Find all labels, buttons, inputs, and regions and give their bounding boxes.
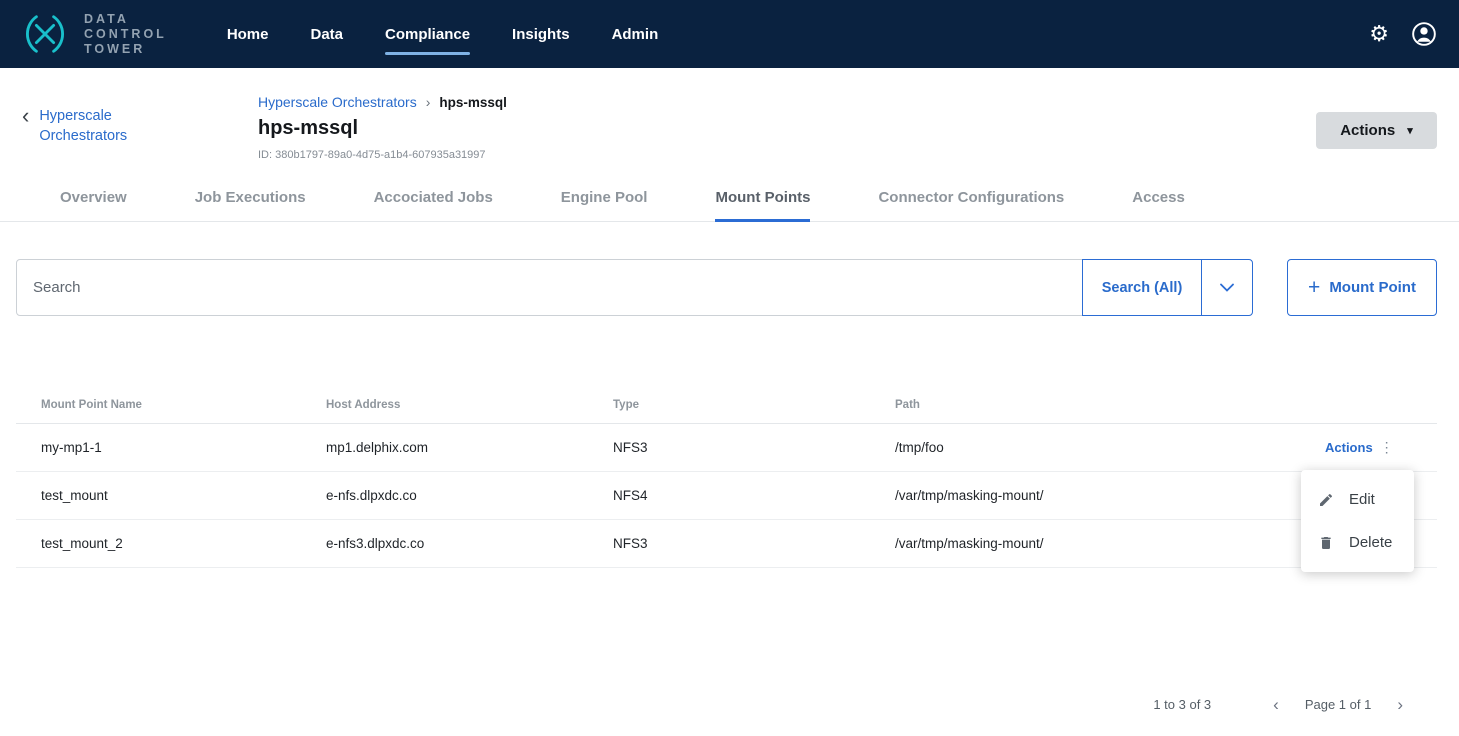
brand-text: DATA CONTROL TOWER: [84, 12, 167, 57]
row-actions-label: Actions: [1325, 440, 1373, 455]
table-row[interactable]: my-mp1-1 mp1.delphix.com NFS3 /tmp/foo A…: [16, 424, 1437, 472]
chevron-down-icon: [1220, 283, 1234, 292]
detail-tabs: Overview Job Executions Accociated Jobs …: [0, 179, 1459, 222]
back-chevron-icon: ‹: [22, 106, 29, 161]
tab-connector-configurations[interactable]: Connector Configurations: [878, 179, 1064, 221]
search-input[interactable]: [16, 259, 1083, 316]
tab-engine-pool[interactable]: Engine Pool: [561, 179, 648, 221]
top-navbar: DATA CONTROL TOWER Home Data Compliance …: [0, 0, 1459, 68]
cell-mount-point-name: test_mount_2: [41, 536, 326, 551]
breadcrumb: Hyperscale Orchestrators › hps-mssql: [258, 94, 1316, 110]
nav-item-admin[interactable]: Admin: [612, 20, 659, 49]
cell-host-address: e-nfs3.dlpxdc.co: [326, 536, 613, 551]
add-mount-point-label: Mount Point: [1329, 279, 1416, 296]
page-header: ‹ Hyperscale Orchestrators Hyperscale Or…: [0, 68, 1459, 161]
cell-type: NFS4: [613, 488, 895, 503]
plus-icon: +: [1308, 277, 1320, 298]
row-actions-button[interactable]: Actions ⋮: [1325, 439, 1437, 456]
add-mount-point-button[interactable]: + Mount Point: [1287, 259, 1437, 316]
navbar-right: ⚙: [1369, 21, 1437, 47]
menu-item-delete-label: Delete: [1349, 534, 1392, 551]
next-page-icon[interactable]: ›: [1393, 696, 1407, 713]
breadcrumb-current: hps-mssql: [439, 95, 507, 110]
table-header-row: Mount Point Name Host Address Type Path: [16, 386, 1437, 424]
cell-host-address: mp1.delphix.com: [326, 440, 613, 455]
user-avatar-icon[interactable]: [1411, 21, 1437, 47]
back-link[interactable]: ‹ Hyperscale Orchestrators: [22, 94, 258, 161]
tab-access[interactable]: Access: [1132, 179, 1185, 221]
pencil-icon: [1318, 492, 1334, 508]
menu-item-delete[interactable]: Delete: [1301, 521, 1414, 564]
prev-page-icon[interactable]: ‹: [1269, 696, 1283, 713]
primary-nav: Home Data Compliance Insights Admin: [227, 20, 658, 49]
cell-type: NFS3: [613, 536, 895, 551]
table-row[interactable]: test_mount e-nfs.dlpxdc.co NFS4 /var/tmp…: [16, 472, 1437, 520]
dct-logo-icon: [22, 11, 68, 57]
header-actions-button[interactable]: Actions ▾: [1316, 112, 1437, 149]
page-title: hps-mssql: [258, 117, 1316, 140]
menu-item-edit-label: Edit: [1349, 491, 1375, 508]
cell-mount-point-name: test_mount: [41, 488, 326, 503]
cell-type: NFS3: [613, 440, 895, 455]
cell-path: /var/tmp/masking-mount/: [895, 488, 1325, 503]
tab-overview[interactable]: Overview: [60, 179, 127, 221]
pagination-bar: 1 to 3 of 3 ‹ Page 1 of 1 ›: [0, 696, 1459, 713]
caret-down-icon: ▾: [1407, 124, 1413, 137]
col-header-path: Path: [895, 399, 1325, 411]
cell-path: /tmp/foo: [895, 440, 1325, 455]
search-all-button[interactable]: Search (All): [1082, 259, 1202, 316]
pagination-page: Page 1 of 1: [1305, 697, 1372, 712]
col-header-host-address: Host Address: [326, 399, 613, 411]
orchestrator-id: ID: 380b1797-89a0-4d75-a1b4-607935a31997: [258, 149, 1316, 161]
col-header-mount-point-name: Mount Point Name: [41, 399, 326, 411]
search-toolbar: Search (All) + Mount Point: [16, 259, 1437, 316]
nav-item-data[interactable]: Data: [311, 20, 344, 49]
search-scope-dropdown-button[interactable]: [1201, 259, 1253, 316]
app-logo[interactable]: DATA CONTROL TOWER: [22, 11, 167, 57]
trash-icon: [1318, 535, 1334, 551]
mount-points-table: Mount Point Name Host Address Type Path …: [16, 386, 1437, 568]
tab-mount-points[interactable]: Mount Points: [715, 179, 810, 221]
tab-accociated-jobs[interactable]: Accociated Jobs: [374, 179, 493, 221]
cell-host-address: e-nfs.dlpxdc.co: [326, 488, 613, 503]
nav-item-compliance[interactable]: Compliance: [385, 20, 470, 49]
header-actions-label: Actions: [1340, 122, 1395, 139]
breadcrumb-parent-link[interactable]: Hyperscale Orchestrators: [258, 94, 417, 110]
nav-item-home[interactable]: Home: [227, 20, 269, 49]
pagination-range: 1 to 3 of 3: [1153, 697, 1211, 712]
col-header-type: Type: [613, 399, 895, 411]
cell-mount-point-name: my-mp1-1: [41, 440, 326, 455]
page-header-main: Hyperscale Orchestrators › hps-mssql hps…: [258, 94, 1316, 161]
row-actions-menu: Edit Delete: [1301, 470, 1414, 572]
back-link-label: Hyperscale Orchestrators: [39, 106, 199, 161]
cell-path: /var/tmp/masking-mount/: [895, 536, 1325, 551]
kebab-menu-icon[interactable]: ⋮: [1380, 439, 1394, 456]
table-row[interactable]: test_mount_2 e-nfs3.dlpxdc.co NFS3 /var/…: [16, 520, 1437, 568]
settings-gear-icon[interactable]: ⚙: [1369, 23, 1389, 45]
breadcrumb-separator-icon: ›: [426, 94, 431, 110]
nav-item-insights[interactable]: Insights: [512, 20, 570, 49]
tab-job-executions[interactable]: Job Executions: [195, 179, 306, 221]
menu-item-edit[interactable]: Edit: [1301, 478, 1414, 521]
